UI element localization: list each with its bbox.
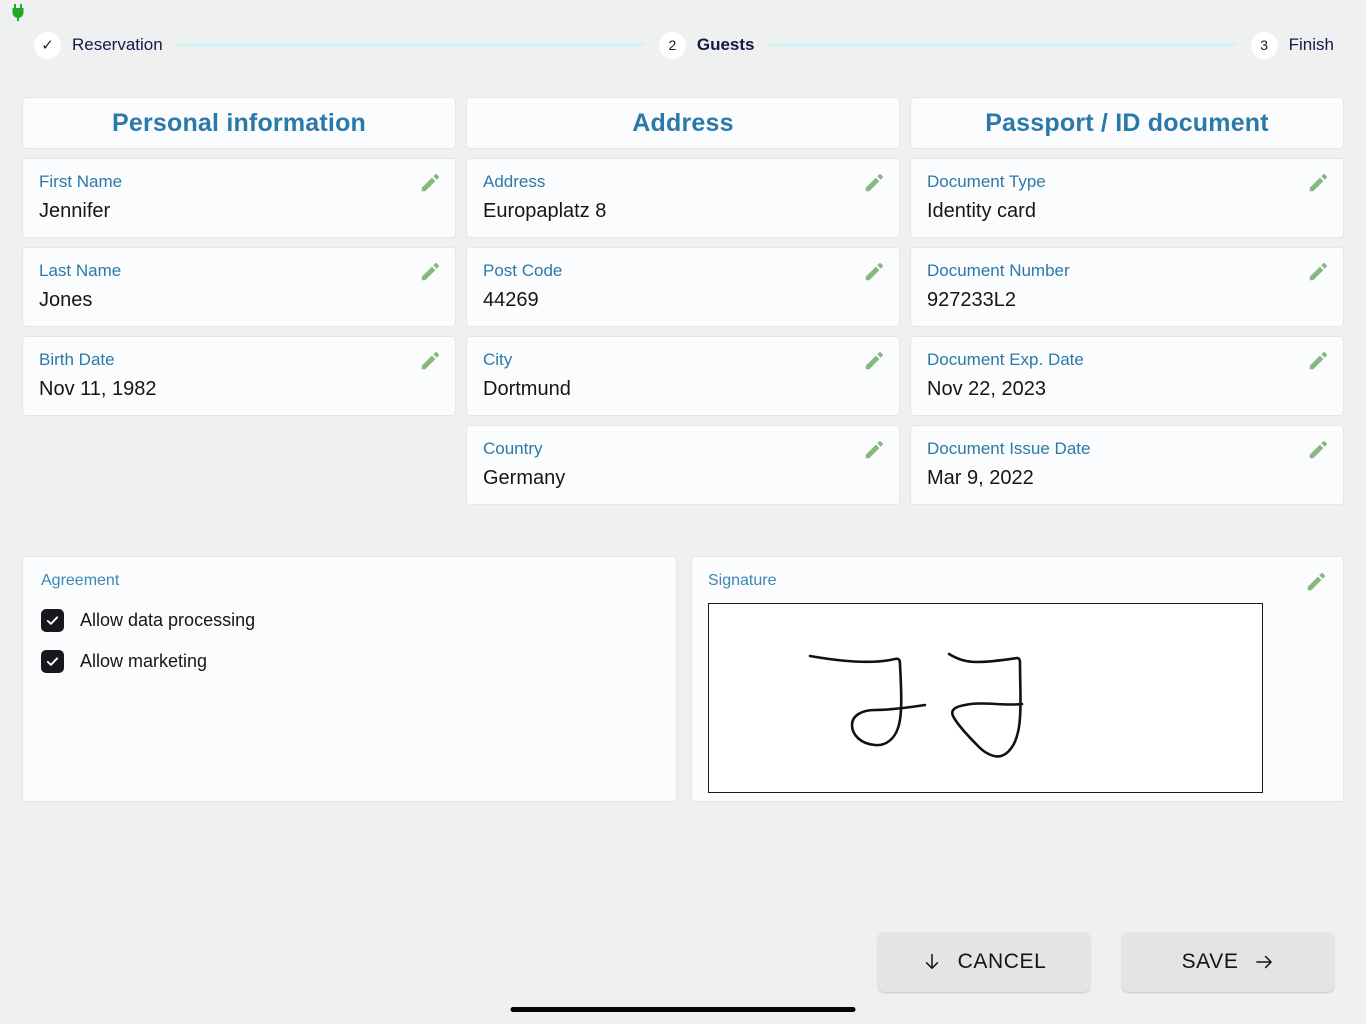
step-finish-label: Finish — [1288, 35, 1334, 54]
column-passport-id-document: Passport / ID document Document Type Ide… — [910, 97, 1344, 505]
edit-pencil-icon[interactable] — [419, 350, 441, 372]
agreement-item-data-processing[interactable]: Allow data processing — [41, 609, 658, 632]
column-address: Address Address Europaplatz 8 Post Code … — [466, 97, 900, 505]
field-last-name[interactable]: Last Name Jones — [22, 247, 456, 327]
check-icon — [46, 616, 59, 625]
edit-pencil-icon[interactable] — [1305, 571, 1327, 593]
edit-pencil-icon[interactable] — [1307, 172, 1329, 194]
agreement-panel: Agreement Allow data processing Allow ma… — [22, 556, 677, 802]
edit-pencil-icon[interactable] — [863, 261, 885, 283]
field-label: Post Code — [483, 261, 563, 280]
step-finish[interactable]: 3 Finish — [1250, 31, 1366, 59]
field-label: Address — [483, 172, 546, 191]
field-document-exp-date[interactable]: Document Exp. Date Nov 22, 2023 — [910, 336, 1344, 416]
field-city[interactable]: City Dortmund — [466, 336, 900, 416]
edit-pencil-icon[interactable] — [419, 261, 441, 283]
edit-pencil-icon[interactable] — [1307, 261, 1329, 283]
field-label: Document Issue Date — [927, 439, 1091, 458]
stepper-connector-2 — [768, 43, 1237, 47]
cancel-button-label: CANCEL — [957, 950, 1047, 973]
field-country[interactable]: Country Germany — [466, 425, 900, 505]
gesture-home-pill[interactable] — [510, 1007, 856, 1012]
field-label: City — [483, 350, 513, 369]
field-value: Nov 11, 1982 — [39, 378, 157, 400]
details-columns: Personal information First Name Jennifer… — [22, 97, 1344, 505]
field-birth-date[interactable]: Birth Date Nov 11, 1982 — [22, 336, 456, 416]
field-label: Document Type — [927, 172, 1046, 191]
edit-pencil-icon[interactable] — [863, 172, 885, 194]
column-personal-information: Personal information First Name Jennifer… — [22, 97, 456, 505]
edit-pencil-icon[interactable] — [419, 172, 441, 194]
save-button-label: SAVE — [1181, 950, 1239, 973]
field-label: Document Number — [927, 261, 1070, 280]
action-bar: CANCEL SAVE — [0, 932, 1366, 992]
field-document-issue-date[interactable]: Document Issue Date Mar 9, 2022 — [910, 425, 1344, 505]
signature-panel: Signature — [691, 556, 1344, 802]
arrow-right-icon — [1256, 955, 1273, 969]
field-post-code[interactable]: Post Code 44269 — [466, 247, 900, 327]
agreement-item-marketing[interactable]: Allow marketing — [41, 650, 658, 673]
field-value: Nov 22, 2023 — [927, 378, 1046, 400]
field-document-type[interactable]: Document Type Identity card — [910, 158, 1344, 238]
edit-pencil-icon[interactable] — [863, 439, 885, 461]
signature-title: Signature — [708, 572, 777, 589]
checkbox-allow-data-processing[interactable] — [41, 609, 64, 632]
checkbox-label: Allow data processing — [80, 610, 256, 630]
field-value: Mar 9, 2022 — [927, 467, 1034, 489]
field-document-number[interactable]: Document Number 927233L2 — [910, 247, 1344, 327]
field-value: 927233L2 — [927, 289, 1016, 311]
guest-registration-screen: ✓ Reservation 2 Guests 3 Finish Personal… — [0, 0, 1366, 1024]
field-label: Birth Date — [39, 350, 115, 369]
signature-drawing — [808, 652, 1024, 758]
step-finish-badge: 3 — [1250, 31, 1278, 59]
signature-canvas[interactable] — [708, 603, 1263, 793]
field-value: Jones — [39, 289, 93, 311]
field-label: First Name — [39, 172, 123, 191]
field-value: Europaplatz 8 — [483, 200, 607, 222]
column-title: Address — [632, 108, 734, 137]
cancel-button[interactable]: CANCEL — [878, 932, 1090, 992]
field-label: Last Name — [39, 261, 122, 280]
field-value: Dortmund — [483, 378, 571, 400]
column-header-address: Address — [466, 97, 900, 149]
field-label: Country — [483, 439, 543, 458]
edit-pencil-icon[interactable] — [1307, 350, 1329, 372]
field-value: 44269 — [483, 289, 539, 311]
field-first-name[interactable]: First Name Jennifer — [22, 158, 456, 238]
edit-pencil-icon[interactable] — [863, 350, 885, 372]
system-navigation-bar — [0, 996, 1366, 1024]
save-button[interactable]: SAVE — [1122, 932, 1334, 992]
field-value: Jennifer — [39, 200, 111, 222]
step-reservation-label: Reservation — [72, 35, 163, 54]
progress-stepper: ✓ Reservation 2 Guests 3 Finish — [0, 24, 1366, 66]
step-guests-badge: 2 — [658, 31, 686, 59]
agreement-title: Agreement — [41, 572, 120, 589]
status-bar — [0, 0, 1366, 24]
column-title: Personal information — [111, 108, 367, 137]
field-value: Germany — [483, 467, 566, 489]
check-icon — [46, 657, 59, 666]
step-reservation[interactable]: ✓ Reservation — [0, 31, 163, 59]
field-label: Document Exp. Date — [927, 350, 1084, 369]
arrow-down-icon — [925, 953, 938, 969]
field-value: Identity card — [927, 200, 1036, 222]
column-header-personal-information: Personal information — [22, 97, 456, 149]
bottom-panels: Agreement Allow data processing Allow ma… — [22, 556, 1344, 802]
step-guests-label: Guests — [696, 35, 755, 54]
field-address[interactable]: Address Europaplatz 8 — [466, 158, 900, 238]
power-plug-icon — [12, 4, 24, 21]
edit-pencil-icon[interactable] — [1307, 439, 1329, 461]
stepper-connector-1 — [176, 43, 645, 47]
checkbox-label: Allow marketing — [80, 651, 208, 671]
column-header-passport-id-document: Passport / ID document — [910, 97, 1344, 149]
column-title: Passport / ID document — [985, 108, 1269, 137]
checkbox-allow-marketing[interactable] — [41, 650, 64, 673]
step-guests[interactable]: 2 Guests — [658, 31, 755, 59]
step-reservation-badge: ✓ — [34, 31, 61, 59]
